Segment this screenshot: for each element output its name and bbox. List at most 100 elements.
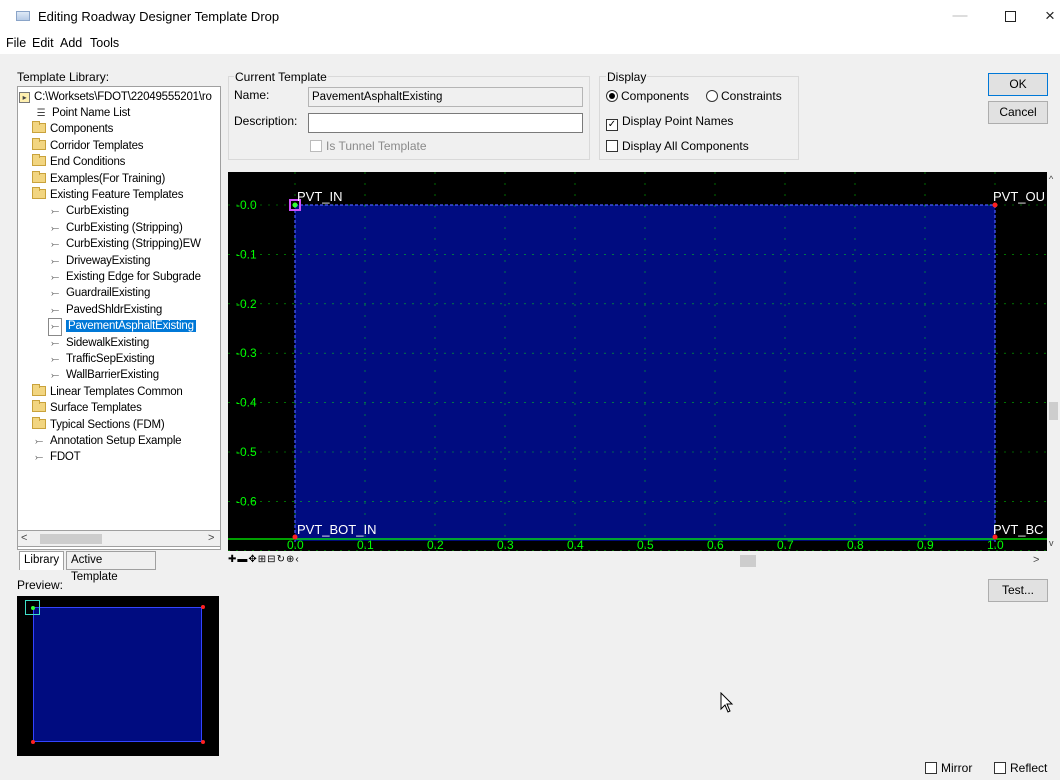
tree-item-label: PavementAsphaltExisting: [66, 320, 196, 333]
components-label: Components: [621, 89, 690, 103]
tab-library[interactable]: Library: [19, 551, 64, 570]
tree-item[interactable]: ⤚ CurbExisting (Stripping): [48, 220, 183, 236]
tree-item-label: Typical Sections (FDM): [50, 418, 165, 431]
tree-item-label: FDOT: [50, 451, 81, 464]
scroll-right-icon[interactable]: >: [208, 532, 214, 544]
tree-item[interactable]: ⤚ SidewalkExisting: [48, 335, 149, 351]
template-icon: ⤚: [51, 222, 59, 234]
minimize-button[interactable]: —: [940, 4, 980, 28]
template-icon: ⤚: [35, 436, 43, 447]
tree-item[interactable]: ⤚ WallBarrierExisting: [48, 367, 159, 383]
scroll-right-icon[interactable]: >: [1033, 554, 1039, 566]
test-button[interactable]: Test...: [988, 579, 1048, 602]
mouse-cursor-icon: [720, 692, 734, 713]
scroll-left-icon[interactable]: ‹: [295, 554, 299, 565]
folder-icon: [32, 154, 46, 167]
menu-bar: File Edit Add Tools: [0, 32, 1060, 54]
tree-item[interactable]: Linear Templates Common: [32, 383, 183, 400]
template-library-tree[interactable]: ▸ C:\Worksets\FDOT\22049555201\ro ☰ Point …: [17, 86, 221, 550]
tree-item[interactable]: ☰ Point Name List: [34, 105, 131, 121]
folder-icon: [32, 383, 46, 396]
display-all-components-checkbox[interactable]: Display All Components: [606, 139, 749, 153]
hscroll-thumb[interactable]: [740, 555, 756, 567]
point-name-label: PVT_BOT_IN: [297, 522, 376, 537]
scroll-left-icon[interactable]: <: [21, 532, 27, 544]
tree-item[interactable]: Typical Sections (FDM): [32, 416, 165, 433]
scroll-down-icon[interactable]: v: [1049, 538, 1054, 548]
pan-icon[interactable]: ✥: [248, 554, 257, 565]
tree-item[interactable]: Components: [32, 121, 113, 137]
folder-icon: [32, 121, 46, 134]
template-editor-canvas[interactable]: -0.0 -0.1 -0.2 -0.3 -0.4 -0.5 -0.6 0.0 0.1 0.2 0.3…: [228, 172, 1047, 551]
scroll-thumb[interactable]: [40, 534, 102, 544]
window-title: Editing Roadway Designer Template Drop: [38, 9, 280, 24]
tree-item-label: Point Name List: [52, 107, 131, 119]
canvas-horizontal-scrollbar[interactable]: >: [400, 554, 1060, 568]
x-tick-label: 0.4: [567, 538, 584, 551]
name-label: Name:: [234, 88, 270, 102]
tree-item[interactable]: Corridor Templates: [32, 137, 144, 154]
reflect-checkbox[interactable]: Reflect: [994, 761, 1047, 775]
tree-item[interactable]: ⤚ CurbExisting (Stripping)EW: [48, 236, 201, 252]
menu-edit[interactable]: Edit: [32, 36, 54, 50]
tree-item[interactable]: ⤚ PavementAsphaltExisting: [48, 318, 196, 337]
tree-item[interactable]: ⤚ CurbExisting: [48, 203, 129, 219]
menu-file[interactable]: File: [6, 36, 26, 50]
close-button[interactable]: ×: [1030, 4, 1060, 28]
vscroll-thumb[interactable]: [1049, 402, 1058, 420]
tree-item[interactable]: ⤚ FDOT: [32, 449, 81, 465]
mirror-label: Mirror: [941, 761, 973, 775]
tree-item[interactable]: ⤚ DrivewayExisting: [48, 253, 150, 269]
tree-horizontal-scrollbar[interactable]: < >: [17, 530, 221, 547]
template-name-field[interactable]: PavementAsphaltExisting: [308, 87, 583, 107]
tree-item[interactable]: Surface Templates: [32, 400, 142, 416]
tree-item-label: Components: [50, 123, 114, 136]
zoom-in-icon[interactable]: ✚: [228, 554, 237, 565]
tree-item[interactable]: ⤚ Existing Edge for Subgrade: [48, 269, 201, 285]
tree-item-label: WallBarrierExisting: [66, 369, 159, 382]
checkmark-icon: ✓: [606, 119, 618, 131]
canvas-vertical-scrollbar[interactable]: ^ v: [1047, 172, 1060, 557]
checkbox-icon: [994, 762, 1006, 774]
scroll-up-icon[interactable]: ^: [1049, 174, 1053, 184]
tree-item[interactable]: ⤚ Annotation Setup Example: [32, 433, 181, 449]
maximize-button[interactable]: [990, 4, 1030, 28]
tree-item[interactable]: Examples(For Training): [32, 170, 165, 187]
template-icon: ⤚: [51, 255, 59, 267]
tree-item[interactable]: ⤚ GuardrailExisting: [48, 285, 150, 301]
library-file-icon: ▸: [19, 92, 30, 103]
template-drawing[interactable]: -0.0 -0.1 -0.2 -0.3 -0.4 -0.5 -0.6 0.0 0.1 0.2 0.3…: [228, 172, 1047, 551]
target-icon[interactable]: ⊕: [286, 554, 295, 565]
redo-icon[interactable]: ↻: [277, 554, 286, 565]
tab-active-template[interactable]: Active Template: [66, 551, 156, 583]
tree-root[interactable]: ▸ C:\Worksets\FDOT\22049555201\ro: [19, 89, 212, 105]
display-group-label: Display: [606, 70, 648, 84]
canvas-toolstrip: ✚▬✥⊞⊟↻⊕‹: [228, 554, 300, 568]
description-field[interactable]: [308, 113, 583, 133]
x-tick-label: 0.8: [847, 538, 864, 551]
preview-point: [201, 605, 205, 609]
constraints-radio[interactable]: Constraints: [706, 89, 782, 103]
display-point-names-checkbox[interactable]: ✓ Display Point Names: [606, 114, 733, 131]
menu-tools[interactable]: Tools: [90, 36, 119, 50]
folder-icon: [32, 137, 46, 150]
tree-item[interactable]: ⤚ TrafficSepExisting: [48, 351, 155, 367]
cancel-button[interactable]: Cancel: [988, 101, 1048, 124]
x-tick-label: 0.2: [427, 538, 444, 551]
menu-add[interactable]: Add: [60, 36, 82, 50]
zoom-out-icon[interactable]: ▬: [237, 554, 248, 565]
current-template-group-label: Current Template: [234, 70, 328, 84]
tree-item-label: CurbExisting: [66, 205, 129, 218]
x-tick-label: 1.0: [987, 538, 1004, 551]
ok-button[interactable]: OK: [988, 73, 1048, 96]
x-tick-label: 0.6: [707, 538, 724, 551]
fit-icon[interactable]: ⊞: [258, 554, 267, 565]
window-area-icon[interactable]: ⊟: [267, 554, 276, 565]
components-radio[interactable]: Components: [606, 89, 689, 103]
template-icon: ⤚: [51, 370, 59, 382]
preview-point: [31, 740, 35, 744]
tree-item[interactable]: ⤚ PavedShldrExisting: [48, 302, 162, 318]
mirror-checkbox[interactable]: Mirror: [925, 761, 972, 775]
tree-item[interactable]: Existing Feature Templates: [32, 187, 183, 203]
tree-item[interactable]: End Conditions: [32, 154, 125, 170]
